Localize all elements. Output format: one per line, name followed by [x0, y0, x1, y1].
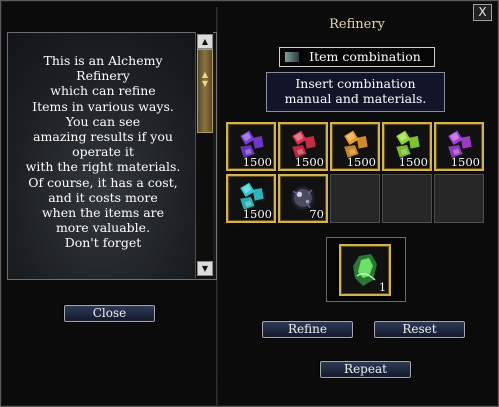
result-frame: 1 [326, 237, 406, 302]
material-slot[interactable]: 1500 [226, 174, 276, 223]
empty-slot[interactable] [330, 174, 380, 223]
item-count: 1500 [242, 155, 272, 169]
close-button[interactable]: Close [64, 305, 155, 322]
item-count: 1500 [294, 155, 324, 169]
scrollbar-thumb[interactable]: ▲ ▼ [197, 49, 213, 133]
info-text: This is an Alchemy Refinery which can re… [25, 53, 181, 251]
window-title: Refinery [329, 17, 385, 32]
material-slot[interactable]: 1500 [278, 122, 328, 171]
info-panel: This is an Alchemy Refinery which can re… [7, 32, 217, 280]
material-slot[interactable]: 1500 [226, 122, 276, 171]
reset-button[interactable]: Reset [374, 321, 465, 338]
arrow-down-icon[interactable]: ▼ [197, 261, 213, 276]
item-count: 1500 [450, 155, 480, 169]
empty-slot[interactable] [434, 174, 484, 223]
repeat-button[interactable]: Repeat [320, 361, 411, 378]
refinery-window: X This is an Alchemy Refinery which can … [0, 0, 499, 407]
item-combination-label: Item combination [309, 49, 421, 64]
instruction-text: Insert combination manual and materials. [284, 76, 427, 106]
item-count: 1500 [398, 155, 428, 169]
item-count: 70 [309, 207, 324, 221]
item-combination-box[interactable]: Item combination [279, 47, 435, 67]
material-slot[interactable]: 1500 [434, 122, 484, 171]
arrow-up-icon[interactable]: ▲ [197, 34, 213, 49]
result-slot[interactable]: 1 [339, 244, 391, 296]
result-count: 1 [379, 281, 386, 294]
info-scrollbar[interactable]: ▲ ▲ ▼ ▼ [195, 32, 213, 278]
item-count: 1500 [346, 155, 376, 169]
empty-slot[interactable] [382, 174, 432, 223]
material-slot[interactable]: 1500 [382, 122, 432, 171]
material-slot[interactable]: 1500 [330, 122, 380, 171]
material-slot[interactable]: 70 [278, 174, 328, 223]
instruction-box: Insert combination manual and materials. [266, 72, 445, 112]
refine-button[interactable]: Refine [262, 321, 353, 338]
item-count: 1500 [242, 207, 272, 221]
combination-indicator-icon [285, 52, 299, 62]
